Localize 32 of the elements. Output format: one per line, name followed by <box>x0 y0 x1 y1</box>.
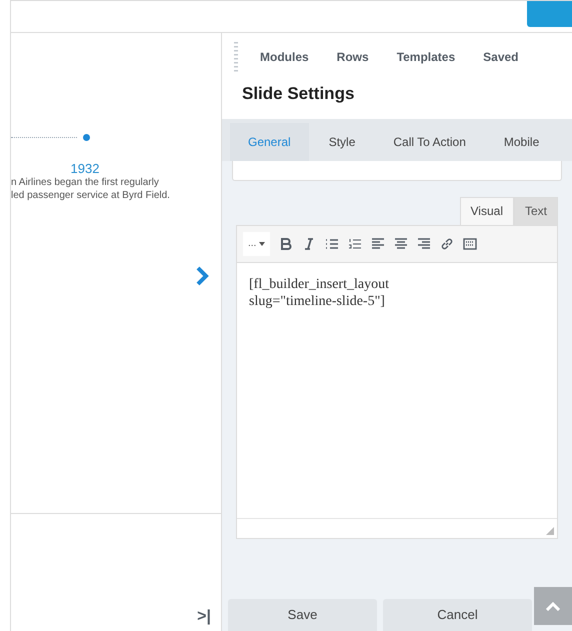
align-right-icon[interactable] <box>417 236 432 250</box>
nav-tab[interactable]: Modules <box>260 48 309 66</box>
keyboard-icon[interactable] <box>463 236 478 250</box>
timeline-line <box>11 136 77 138</box>
editor-content: [fl_builder_insert_layout slug="timeline-slide-5"] <box>248 276 390 310</box>
resize-handle-icon[interactable] <box>546 526 554 534</box>
link-icon[interactable] <box>440 236 454 250</box>
editor-mode-tab[interactable]: Visual <box>460 196 514 224</box>
settings-tab[interactable]: Style <box>310 122 374 160</box>
nav-tab[interactable]: Rows <box>336 48 369 66</box>
numbered-list-icon[interactable] <box>348 236 362 250</box>
editor-body[interactable]: [fl_builder_insert_layout slug="timeline-slide-5"] <box>236 262 558 538</box>
drag-handle-icon[interactable] <box>234 42 238 72</box>
editor-mode-tab[interactable]: Text <box>514 196 558 224</box>
align-left-icon[interactable] <box>371 236 386 250</box>
timeline-description: n Airlines began the first regularly led passenger service at Byrd Field. <box>11 176 171 202</box>
footer-button[interactable]: Cancel <box>383 599 532 631</box>
nav-tab[interactable]: Templates <box>396 48 456 66</box>
nav-tab[interactable]: Saved <box>483 48 519 66</box>
timeline-year: 1932 <box>70 162 100 176</box>
settings-tab[interactable]: Mobile <box>486 122 558 160</box>
align-center-icon[interactable] <box>394 236 408 250</box>
collapse-button[interactable]: >| <box>197 605 211 629</box>
settings-tab[interactable]: Call To Action <box>375 122 484 160</box>
format-dropdown[interactable]: ... <box>243 232 270 256</box>
panel-title: Slide Settings <box>242 83 356 105</box>
bold-icon[interactable] <box>279 236 294 250</box>
caret-icon <box>259 242 266 246</box>
chevron-right-icon[interactable] <box>195 266 209 286</box>
bullet-list-icon[interactable] <box>325 236 340 250</box>
footer-button[interactable]: Save <box>228 599 377 631</box>
chevron-up-icon <box>546 602 560 610</box>
